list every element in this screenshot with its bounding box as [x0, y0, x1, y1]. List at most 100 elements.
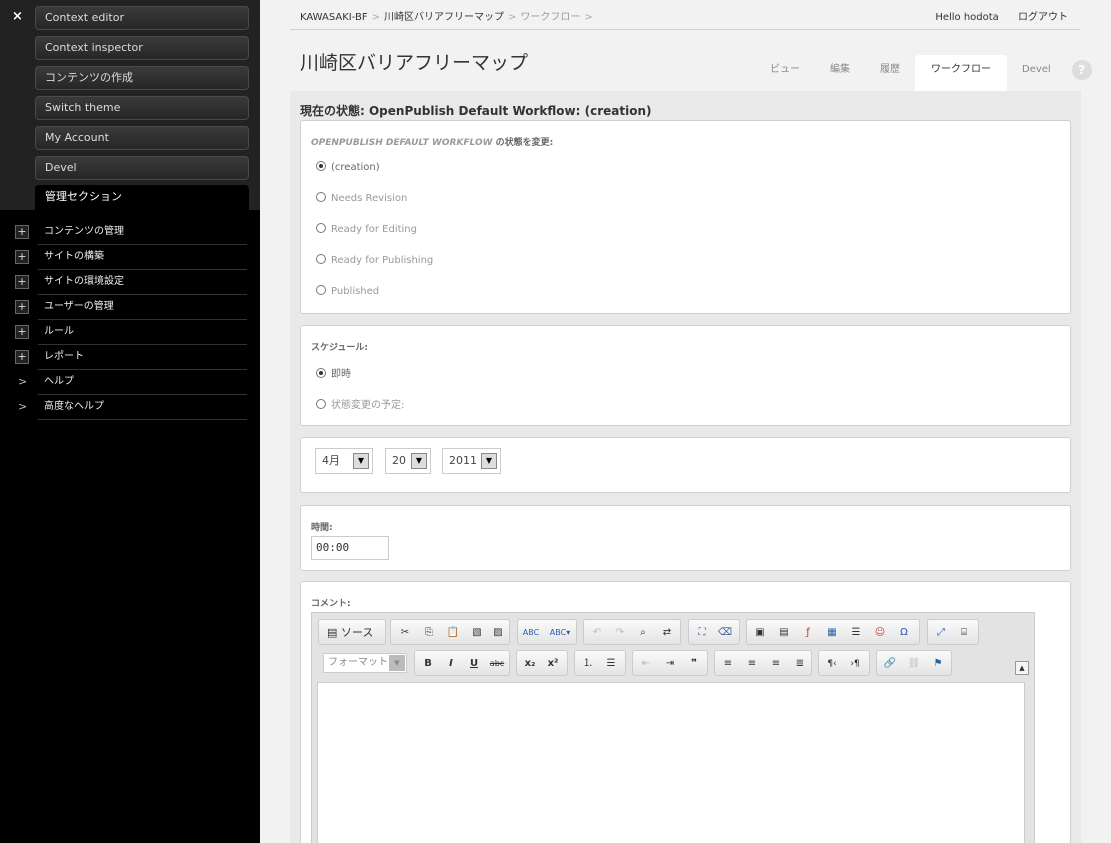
- image-icon[interactable]: ▣: [751, 624, 769, 642]
- dropdown-arrow-icon[interactable]: ▼: [389, 655, 405, 671]
- anchor-icon[interactable]: ⚑: [929, 655, 947, 673]
- menu-item-user-management[interactable]: + ユーザーの管理: [0, 295, 260, 320]
- replace-icon[interactable]: ⇄: [658, 624, 676, 642]
- menu-item-content-management[interactable]: + コンテンツの管理: [0, 220, 260, 245]
- paste-text-icon[interactable]: ▧: [468, 624, 486, 642]
- iframe-icon[interactable]: ▤: [775, 624, 793, 642]
- radio-dot[interactable]: [316, 192, 326, 202]
- month-select[interactable]: 4月 ▼: [315, 448, 373, 474]
- tab-revisions[interactable]: 履歴: [865, 55, 915, 91]
- tab-context-editor[interactable]: Context editor: [35, 6, 249, 30]
- expand-icon[interactable]: +: [15, 275, 29, 289]
- tab-create-content[interactable]: コンテンツの作成: [35, 66, 249, 90]
- menu-item-label[interactable]: ヘルプ: [38, 370, 247, 395]
- menu-item-rules[interactable]: + ルール: [0, 320, 260, 345]
- collapse-toolbar-icon[interactable]: ▲: [1015, 661, 1029, 675]
- numbered-list-icon[interactable]: ⒈: [579, 655, 597, 673]
- maximize-icon[interactable]: ⤢: [932, 624, 950, 642]
- undo-icon[interactable]: ↶: [588, 624, 606, 642]
- breadcrumb-home-link[interactable]: KAWASAKI-BF: [300, 12, 368, 23]
- expand-icon[interactable]: +: [15, 325, 29, 339]
- remove-format-icon[interactable]: ⌫: [716, 624, 734, 642]
- menu-item-site-configuration[interactable]: + サイトの環境設定: [0, 270, 260, 295]
- radio-dot[interactable]: [316, 223, 326, 233]
- justify-icon[interactable]: ≣: [791, 655, 809, 673]
- superscript-icon[interactable]: x²: [544, 655, 562, 673]
- tab-admin-section[interactable]: 管理セクション: [35, 185, 249, 211]
- strike-icon[interactable]: abc: [487, 655, 507, 673]
- radio-dot[interactable]: [316, 399, 326, 409]
- radio-ready-for-editing[interactable]: Ready for Editing: [316, 223, 417, 237]
- format-select[interactable]: フォーマット ▼: [323, 653, 407, 673]
- menu-item-advanced-help[interactable]: > 高度なヘルプ: [0, 395, 260, 420]
- expand-icon[interactable]: +: [15, 300, 29, 314]
- menu-item-help[interactable]: > ヘルプ: [0, 370, 260, 395]
- dropdown-arrow-icon[interactable]: ▼: [353, 453, 369, 469]
- cut-icon[interactable]: ✂: [396, 624, 414, 642]
- underline-icon[interactable]: U: [465, 655, 483, 673]
- dropdown-arrow-icon[interactable]: ▼: [481, 453, 497, 469]
- day-select[interactable]: 20 ▼: [385, 448, 431, 474]
- redo-icon[interactable]: ↷: [611, 624, 629, 642]
- find-icon[interactable]: ⌕: [634, 624, 652, 642]
- outdent-icon[interactable]: ⇤: [637, 655, 655, 673]
- tab-devel[interactable]: Devel: [35, 156, 249, 180]
- tab-view[interactable]: ビュー: [755, 55, 815, 91]
- help-icon[interactable]: ?: [1071, 60, 1092, 80]
- tab-my-account[interactable]: My Account: [35, 126, 249, 150]
- radio-creation[interactable]: (creation): [316, 161, 380, 175]
- radio-dot[interactable]: [316, 161, 326, 171]
- menu-item-label[interactable]: レポート: [38, 345, 247, 370]
- radio-dot[interactable]: [316, 285, 326, 295]
- menu-item-site-building[interactable]: + サイトの構築: [0, 245, 260, 270]
- breadcrumb-node-link[interactable]: 川崎区バリアフリーマップ: [384, 12, 504, 23]
- tab-context-inspector[interactable]: Context inspector: [35, 36, 249, 60]
- align-right-icon[interactable]: ≡: [767, 655, 785, 673]
- align-center-icon[interactable]: ≡: [743, 655, 761, 673]
- special-char-icon[interactable]: Ω: [895, 624, 913, 642]
- expand-icon[interactable]: +: [15, 225, 29, 239]
- menu-item-label[interactable]: コンテンツの管理: [38, 220, 247, 245]
- italic-icon[interactable]: I: [442, 655, 460, 673]
- radio-needs-revision[interactable]: Needs Revision: [316, 192, 407, 206]
- time-input[interactable]: 00:00: [311, 536, 389, 560]
- dropdown-arrow-icon[interactable]: ▼: [411, 453, 427, 469]
- subscript-icon[interactable]: x₂: [521, 655, 539, 673]
- spellcheck-as-you-type-icon[interactable]: ABC▾: [547, 624, 573, 642]
- tab-edit[interactable]: 編集: [815, 55, 865, 91]
- expand-icon[interactable]: +: [15, 250, 29, 264]
- paste-word-icon[interactable]: ▨: [489, 624, 507, 642]
- ltr-icon[interactable]: ¶‹: [823, 655, 841, 673]
- menu-item-label[interactable]: ルール: [38, 320, 247, 345]
- blockquote-icon[interactable]: ❞: [685, 655, 703, 673]
- year-select[interactable]: 2011 ▼: [442, 448, 501, 474]
- close-icon[interactable]: ×: [12, 9, 23, 24]
- menu-item-reports[interactable]: + レポート: [0, 345, 260, 370]
- unlink-icon[interactable]: ⛓: [905, 655, 923, 673]
- menu-item-label[interactable]: 高度なヘルプ: [38, 395, 247, 420]
- comment-editor-area[interactable]: [317, 682, 1025, 843]
- indent-icon[interactable]: ⇥: [661, 655, 679, 673]
- rtl-icon[interactable]: ›¶: [846, 655, 864, 673]
- expand-icon[interactable]: +: [15, 350, 29, 364]
- menu-item-label[interactable]: サイトの構築: [38, 245, 247, 270]
- radio-dot[interactable]: [316, 368, 326, 378]
- tab-workflow[interactable]: ワークフロー: [915, 55, 1007, 91]
- menu-item-label[interactable]: サイトの環境設定: [38, 270, 247, 295]
- tab-devel[interactable]: Devel: [1007, 55, 1066, 91]
- source-button[interactable]: ▤ ソース: [318, 619, 386, 645]
- radio-dot[interactable]: [316, 254, 326, 264]
- smiley-icon[interactable]: ☺: [871, 624, 889, 642]
- paste-icon[interactable]: 📋: [444, 624, 462, 642]
- bold-icon[interactable]: B: [419, 655, 437, 673]
- radio-schedule-change[interactable]: 状態変更の予定:: [316, 396, 404, 411]
- link-icon[interactable]: 🔗: [881, 655, 899, 673]
- radio-ready-for-publishing[interactable]: Ready for Publishing: [316, 254, 433, 268]
- spellcheck-icon[interactable]: ABC: [522, 624, 540, 642]
- align-left-icon[interactable]: ≡: [719, 655, 737, 673]
- tab-switch-theme[interactable]: Switch theme: [35, 96, 249, 120]
- bulleted-list-icon[interactable]: ☰: [602, 655, 620, 673]
- logout-link[interactable]: ログアウト: [1018, 12, 1068, 23]
- radio-immediately[interactable]: 即時: [316, 365, 351, 380]
- show-blocks-icon[interactable]: ⌸: [955, 624, 973, 642]
